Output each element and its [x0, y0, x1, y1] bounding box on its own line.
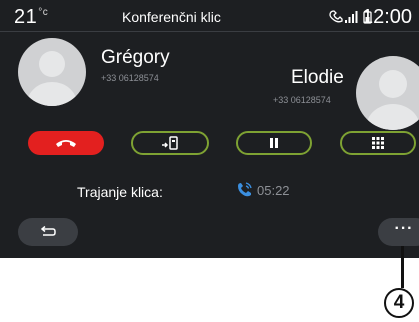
- transfer-call-button[interactable]: [131, 131, 209, 155]
- conference-call-screen: 21°c Konferenčni klic 12:00 Grégory +33 …: [0, 0, 419, 258]
- keypad-button[interactable]: [340, 131, 416, 155]
- keypad-icon: [372, 137, 384, 149]
- temperature-readout: 21°c: [14, 6, 48, 29]
- caller-2-avatar: [356, 56, 419, 130]
- call-duration-label: Trajanje klica:: [77, 184, 163, 200]
- more-dots-icon: ···: [394, 220, 414, 237]
- hang-up-button[interactable]: [28, 131, 104, 155]
- temperature-value: 21: [14, 6, 38, 28]
- pause-button[interactable]: [236, 131, 312, 155]
- call-active-icon: [236, 182, 252, 203]
- callout-line: [401, 246, 404, 288]
- status-divider: [0, 31, 419, 32]
- call-duration-value: 05:22: [257, 183, 290, 198]
- caller-1-name: Grégory: [101, 47, 170, 68]
- transfer-call-icon: [162, 136, 178, 150]
- person-avatar-icon: [27, 51, 77, 106]
- hang-up-icon: [56, 140, 76, 147]
- back-arrow-icon: [40, 226, 56, 236]
- phone-signal-icon: [329, 10, 358, 23]
- caller-1-number: +33 06128574: [101, 73, 159, 83]
- callout-number: 4: [384, 288, 414, 318]
- caller-2-number: +33 06128574: [273, 95, 331, 105]
- person-avatar-icon: [366, 70, 419, 130]
- back-button[interactable]: [18, 218, 78, 246]
- more-options-button[interactable]: ···: [378, 218, 419, 246]
- caller-2-name: Elodie: [291, 67, 344, 88]
- temperature-unit: °c: [38, 7, 49, 19]
- pause-icon: [270, 138, 278, 148]
- caller-1-avatar: [18, 38, 86, 106]
- screen-title: Konferenčni klic: [122, 9, 221, 25]
- clock: 12:00: [362, 6, 413, 28]
